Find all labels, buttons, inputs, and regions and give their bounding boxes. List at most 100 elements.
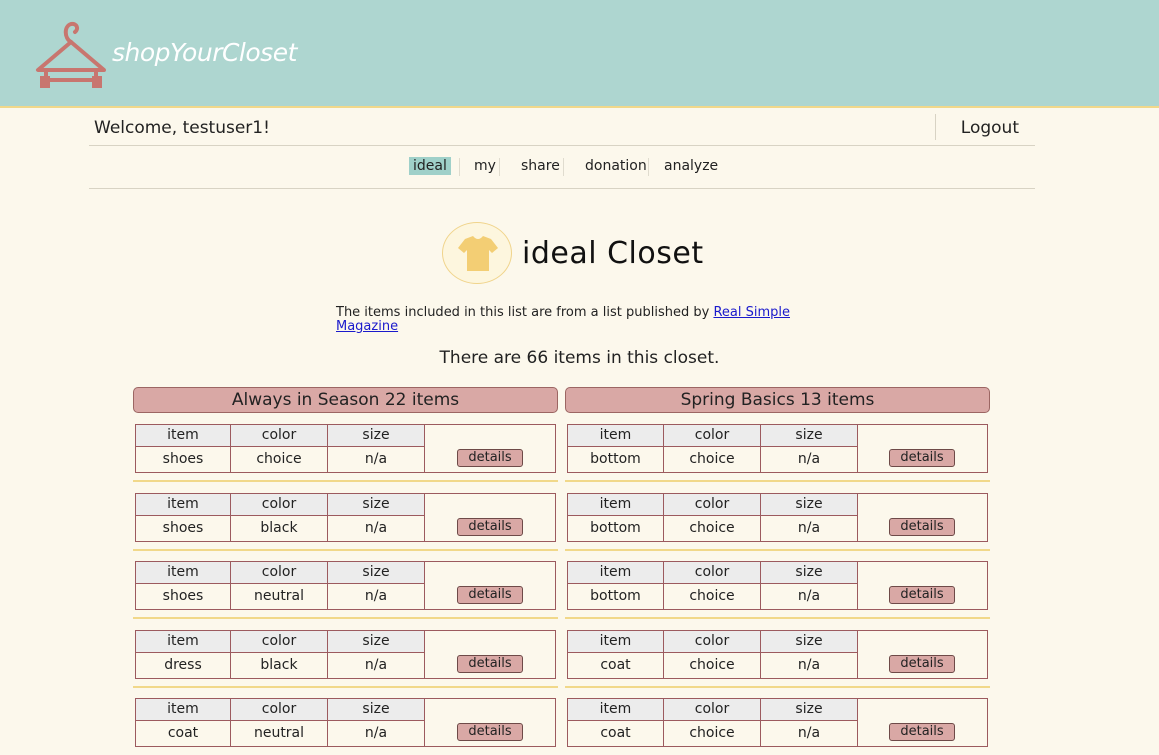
site-header: shopYourCloset xyxy=(0,0,1159,108)
item-card: item color size bottom choice n/a detail… xyxy=(567,561,988,610)
cell-item: shoes xyxy=(136,584,231,609)
cell-size: n/a xyxy=(761,721,858,746)
cell-item: bottom xyxy=(568,447,664,472)
cell-size: n/a xyxy=(761,653,858,678)
header-size: size xyxy=(761,562,858,584)
header-item: item xyxy=(568,699,664,721)
header-color: color xyxy=(664,631,761,653)
cell-size: n/a xyxy=(328,447,425,472)
details-button[interactable]: details xyxy=(889,449,955,467)
cell-color: choice xyxy=(664,516,761,541)
header-item: item xyxy=(568,562,664,584)
details-button[interactable]: details xyxy=(889,518,955,536)
intro-copy: The items included in this list are from… xyxy=(336,305,714,320)
header-size: size xyxy=(328,631,425,653)
details-button[interactable]: details xyxy=(457,518,523,536)
cell-item: dress xyxy=(136,653,231,678)
header-item: item xyxy=(136,699,231,721)
header-color: color xyxy=(231,562,328,584)
divider xyxy=(133,617,558,619)
cell-item: coat xyxy=(136,721,231,746)
category-header: Always in Season 22 items xyxy=(133,387,558,413)
header-item: item xyxy=(136,425,231,447)
item-card: item color size dress black n/a details xyxy=(135,630,556,679)
header-color: color xyxy=(231,494,328,516)
nav-analyze[interactable]: analyze xyxy=(660,157,722,175)
nav-divider xyxy=(648,158,649,176)
cell-size: n/a xyxy=(328,516,425,541)
header-size: size xyxy=(328,699,425,721)
cell-color: black xyxy=(231,516,328,541)
logout-link[interactable]: Logout xyxy=(935,114,1035,140)
nav-my[interactable]: my xyxy=(470,157,500,175)
cell-color: neutral xyxy=(231,584,328,609)
category-column-always-in-season: Always in Season 22 items item color siz… xyxy=(133,387,558,747)
divider xyxy=(565,480,990,482)
header-item: item xyxy=(568,425,664,447)
divider xyxy=(565,617,990,619)
details-button[interactable]: details xyxy=(457,655,523,673)
header-color: color xyxy=(231,699,328,721)
details-button[interactable]: details xyxy=(889,723,955,741)
hanger-icon[interactable] xyxy=(34,20,108,90)
header-item: item xyxy=(568,494,664,516)
header-size: size xyxy=(761,425,858,447)
cell-size: n/a xyxy=(761,584,858,609)
divider xyxy=(565,549,990,551)
item-card: item color size coat neutral n/a details xyxy=(135,698,556,747)
header-item: item xyxy=(136,562,231,584)
item-card: item color size shoes neutral n/a detail… xyxy=(135,561,556,610)
nav-donation[interactable]: donation xyxy=(581,157,651,175)
header-size: size xyxy=(328,425,425,447)
cell-size: n/a xyxy=(328,653,425,678)
header-color: color xyxy=(664,699,761,721)
item-card: item color size shoes choice n/a details xyxy=(135,424,556,473)
welcome-bar: Welcome, testuser1! Logout xyxy=(89,110,1035,146)
item-card: item color size shoes black n/a details xyxy=(135,493,556,542)
details-button[interactable]: details xyxy=(889,655,955,673)
cell-color: black xyxy=(231,653,328,678)
cell-size: n/a xyxy=(761,447,858,472)
header-size: size xyxy=(761,631,858,653)
intro-text: The items included in this list are from… xyxy=(336,306,806,334)
details-button[interactable]: details xyxy=(889,586,955,604)
details-button[interactable]: details xyxy=(457,449,523,467)
cell-color: choice xyxy=(664,721,761,746)
header-color: color xyxy=(664,494,761,516)
details-button[interactable]: details xyxy=(457,723,523,741)
item-card: item color size coat choice n/a details xyxy=(567,630,988,679)
nav-ideal[interactable]: ideal xyxy=(409,157,451,175)
category-header: Spring Basics 13 items xyxy=(565,387,990,413)
item-count: There are 66 items in this closet. xyxy=(439,348,720,368)
cell-item: shoes xyxy=(136,447,231,472)
header-color: color xyxy=(664,562,761,584)
cell-item: bottom xyxy=(568,584,664,609)
cell-size: n/a xyxy=(328,584,425,609)
cell-color: choice xyxy=(664,584,761,609)
header-size: size xyxy=(328,562,425,584)
category-column-spring-basics: Spring Basics 13 items item color size b… xyxy=(565,387,990,747)
header-item: item xyxy=(136,631,231,653)
header-size: size xyxy=(761,494,858,516)
cell-color: choice xyxy=(664,447,761,472)
cell-color: neutral xyxy=(231,721,328,746)
cell-size: n/a xyxy=(761,516,858,541)
brand-name[interactable]: shopYourCloset xyxy=(112,38,297,67)
details-button[interactable]: details xyxy=(457,586,523,604)
cell-item: shoes xyxy=(136,516,231,541)
divider xyxy=(133,480,558,482)
nav-share[interactable]: share xyxy=(517,157,564,175)
welcome-text: Welcome, testuser1! xyxy=(94,118,270,138)
cell-size: n/a xyxy=(328,721,425,746)
header-size: size xyxy=(761,699,858,721)
cell-item: coat xyxy=(568,721,664,746)
header-color: color xyxy=(231,631,328,653)
header-item: item xyxy=(568,631,664,653)
divider xyxy=(133,686,558,688)
nav-divider xyxy=(459,158,460,176)
page-title: ideal Closet xyxy=(522,236,704,271)
cell-color: choice xyxy=(231,447,328,472)
header-item: item xyxy=(136,494,231,516)
cell-item: bottom xyxy=(568,516,664,541)
cell-color: choice xyxy=(664,653,761,678)
